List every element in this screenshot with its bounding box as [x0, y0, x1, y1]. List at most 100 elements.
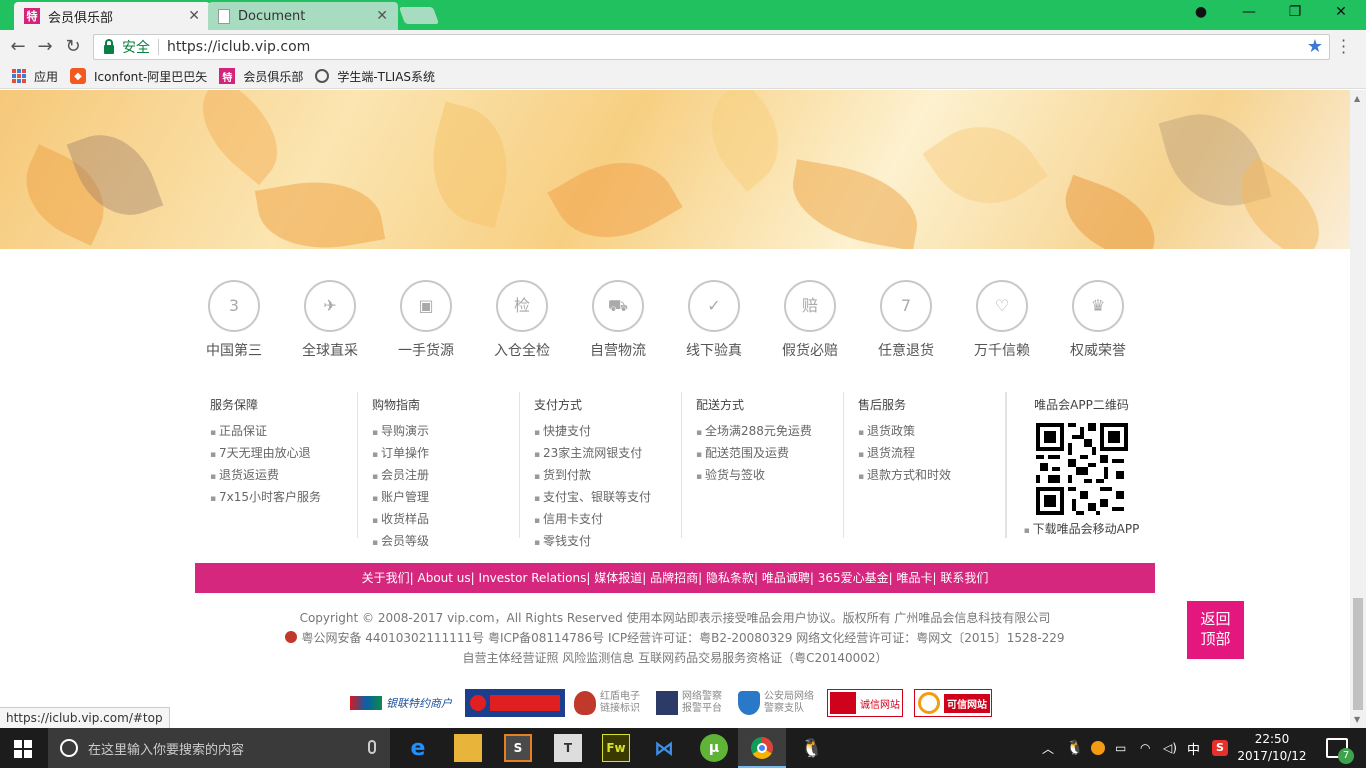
trusted-website-badge[interactable]: 可信网站 — [914, 689, 992, 717]
footer-link[interactable]: 支付宝、银联等支付 — [534, 487, 681, 509]
service-item[interactable]: ✈ 全球直采 — [282, 280, 378, 360]
credit-website-badge[interactable]: 诚信网站 — [827, 689, 903, 717]
service-item[interactable]: ▣ 一手货源 — [378, 280, 474, 360]
footer-nav-about[interactable]: 关于我们 — [362, 571, 410, 585]
footer-link[interactable]: 7x15小时客户服务 — [210, 487, 357, 509]
taskbar-clock[interactable]: 22:50 2017/10/12 — [1232, 731, 1312, 765]
chrome-icon[interactable] — [738, 728, 786, 768]
footer-link[interactable]: 货到付款 — [534, 465, 681, 487]
bookmark-vip-club[interactable]: 特 会员俱乐部 — [219, 68, 303, 85]
microphone-icon[interactable] — [368, 740, 376, 754]
footer-nav-investor[interactable]: Investor Relations — [479, 571, 587, 585]
url-text[interactable]: https://iclub.vip.com — [167, 39, 310, 55]
taskbar-search-box[interactable]: 在这里输入你要搜索的内容 — [48, 728, 390, 768]
bookmark-label: 应用 — [34, 69, 59, 84]
restore-button[interactable]: ❐ — [1272, 4, 1318, 20]
cyber-police-badge[interactable]: 网络警察 报警平台 — [656, 689, 732, 717]
footer-nav-brand[interactable]: 品牌招商 — [650, 571, 698, 585]
footer-link[interactable]: 收货样品 — [372, 509, 519, 531]
service-item[interactable]: 赔 假货必赔 — [762, 280, 858, 360]
forward-button[interactable]: → — [33, 36, 57, 58]
address-bar[interactable]: 安全 https://iclub.vip.com ★ — [93, 34, 1330, 60]
unionpay-badge[interactable]: 银联特约商户 — [350, 689, 456, 717]
bookmark-apps[interactable]: 应用 — [12, 68, 58, 85]
file-explorer-icon[interactable] — [454, 734, 482, 762]
back-to-top-button[interactable]: 返回 顶部 — [1187, 601, 1244, 659]
footer-nav-privacy[interactable]: 隐私条款 — [706, 571, 754, 585]
sogou-ime-icon[interactable]: S — [1212, 728, 1228, 768]
utorrent-icon[interactable]: µ — [700, 734, 728, 762]
scrollbar-thumb[interactable] — [1353, 598, 1363, 710]
footer-link[interactable]: 信用卡支付 — [534, 509, 681, 531]
license-text[interactable]: 粤公网安备 44010302111111号 粤ICP备08114786号 ICP… — [301, 631, 1064, 645]
certificate-line[interactable]: 自营主体经营证照 风险监测信息 互联网药品交易服务资格证（粤C20140002） — [195, 648, 1155, 668]
close-icon[interactable]: ✕ — [188, 8, 200, 24]
service-item[interactable]: ✓ 线下验真 — [666, 280, 762, 360]
footer-link[interactable]: 会员注册 — [372, 465, 519, 487]
minimize-button[interactable]: — — [1226, 4, 1272, 20]
fireworks-icon[interactable]: Fw — [602, 734, 630, 762]
footer-link[interactable]: 23家主流网银支付 — [534, 443, 681, 465]
tab-vip-club[interactable]: 特 会员俱乐部 ✕ — [14, 2, 210, 30]
back-button[interactable]: ← — [6, 36, 30, 58]
footer-nav-vipcard[interactable]: 唯品卡 — [896, 571, 932, 585]
consumer-protection-badge[interactable] — [465, 689, 565, 717]
footer-link[interactable]: 退货政策 — [858, 421, 1005, 443]
close-window-button[interactable]: ✕ — [1318, 4, 1364, 20]
tab-document[interactable]: Document ✕ — [208, 2, 398, 30]
scroll-down-icon[interactable]: ▼ — [1354, 715, 1360, 724]
footer-link[interactable]: 零钱支付 — [534, 531, 681, 553]
service-item[interactable]: 7 任意退货 — [858, 280, 954, 360]
tray-app-icon[interactable] — [1091, 728, 1105, 768]
bookmark-star-icon[interactable]: ★ — [1307, 36, 1323, 57]
footer-nav-contact[interactable]: 联系我们 — [940, 571, 988, 585]
close-icon[interactable]: ✕ — [376, 8, 388, 24]
footer-link[interactable]: 快捷支付 — [534, 421, 681, 443]
wifi-icon[interactable]: ◠ — [1140, 728, 1150, 768]
browser-toolbar: ← → ↻ 安全 https://iclub.vip.com ★ · · · — [0, 30, 1366, 64]
footer-nav-media[interactable]: 媒体报道 — [594, 571, 642, 585]
vscode-icon[interactable]: ⋈ — [650, 734, 678, 762]
sublime-text-icon[interactable]: S — [504, 734, 532, 762]
footer-link[interactable]: 全场满288元免运费 — [696, 421, 843, 443]
footer-link[interactable]: 配送范围及运费 — [696, 443, 843, 465]
browser-menu-icon[interactable]: · · · — [1341, 33, 1346, 61]
footer-link[interactable]: 账户管理 — [372, 487, 519, 509]
footer-link[interactable]: 7天无理由放心退 — [210, 443, 357, 465]
footer-link[interactable]: 退货返运费 — [210, 465, 357, 487]
scroll-up-icon[interactable]: ▲ — [1354, 94, 1360, 103]
footer-link[interactable]: 验货与签收 — [696, 465, 843, 487]
footer-nav-jobs[interactable]: 唯品诚聘 — [762, 571, 810, 585]
qq-icon[interactable]: 🐧 — [798, 734, 826, 762]
qq-tray-icon[interactable]: 🐧 — [1066, 728, 1083, 768]
police-shield-badge[interactable]: 公安局网络 警察支队 — [738, 689, 818, 717]
service-item[interactable]: ♡ 万千信赖 — [954, 280, 1050, 360]
notification-center-icon[interactable]: 7 — [1326, 738, 1354, 764]
user-profile-icon[interactable]: ● — [1178, 4, 1224, 20]
footer-nav-about-en[interactable]: About us — [418, 571, 471, 585]
volume-icon[interactable]: ◁) — [1163, 728, 1177, 768]
footer-nav-charity[interactable]: 365爱心基金 — [818, 571, 889, 585]
footer-link[interactable]: 导购演示 — [372, 421, 519, 443]
windows-start-icon[interactable] — [14, 740, 32, 758]
typora-icon[interactable]: T — [554, 734, 582, 762]
ime-indicator[interactable]: 中 — [1187, 728, 1200, 768]
bookmark-tlias[interactable]: 学生端-TLIAS系统 — [315, 68, 435, 85]
footer-link[interactable]: 订单操作 — [372, 443, 519, 465]
footer-link[interactable]: 正品保证 — [210, 421, 357, 443]
service-item[interactable]: ♛ 权威荣誉 — [1050, 280, 1146, 360]
reload-button[interactable]: ↻ — [61, 36, 85, 58]
new-tab-button[interactable] — [398, 7, 440, 24]
edge-icon[interactable]: e — [404, 734, 432, 762]
service-item[interactable]: 3 中国第三 — [186, 280, 282, 360]
page-scrollbar[interactable]: ▲ ▼ — [1350, 90, 1366, 728]
footer-link[interactable]: 退货流程 — [858, 443, 1005, 465]
service-item[interactable]: ⛟ 自营物流 — [570, 280, 666, 360]
bookmark-iconfont[interactable]: ◆ Iconfont-阿里巴巴矢 — [70, 68, 207, 85]
footer-link[interactable]: 退款方式和时效 — [858, 465, 1005, 487]
red-shield-badge[interactable]: 红盾电子 链接标识 — [574, 689, 650, 717]
battery-icon[interactable]: ▭ — [1115, 728, 1126, 768]
footer-link[interactable]: 会员等级 — [372, 531, 519, 553]
tray-overflow-icon[interactable]: ︿ — [1042, 728, 1054, 768]
service-item[interactable]: 检 入仓全检 — [474, 280, 570, 360]
